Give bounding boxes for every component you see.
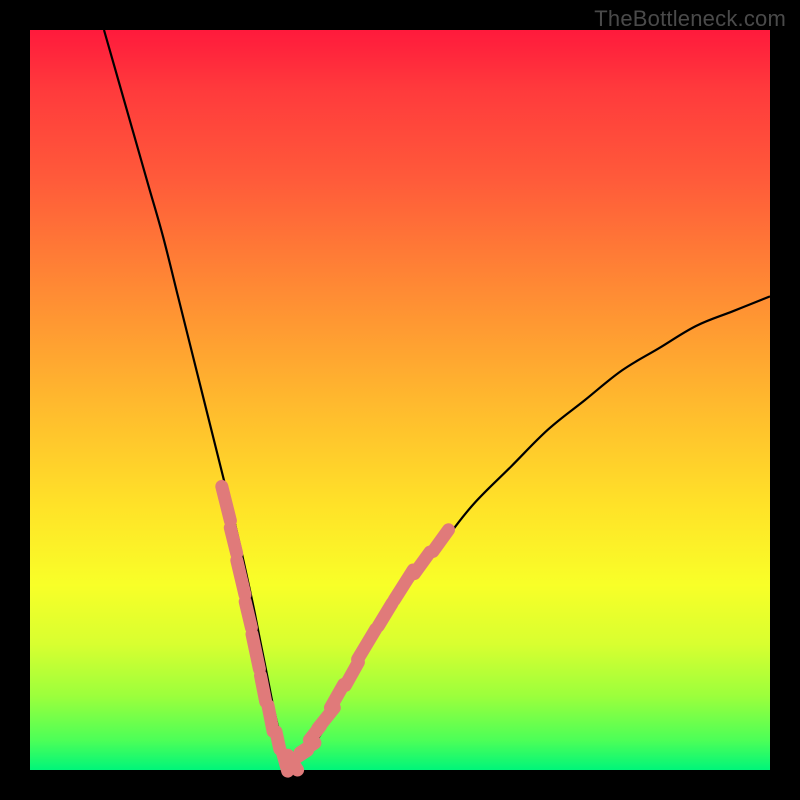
curve-marker bbox=[358, 629, 376, 659]
curve-marker bbox=[237, 560, 245, 595]
curve-marker bbox=[261, 676, 266, 702]
curve-markers bbox=[222, 486, 449, 771]
bottleneck-curve bbox=[104, 30, 770, 765]
curve-marker bbox=[378, 603, 392, 626]
curve-marker bbox=[222, 486, 231, 520]
curve-marker bbox=[230, 528, 236, 554]
watermark-label: TheBottleneck.com bbox=[594, 6, 786, 32]
plot-area bbox=[30, 30, 770, 770]
chart-frame: TheBottleneck.com bbox=[0, 0, 800, 800]
curve-marker bbox=[433, 530, 449, 552]
curve-svg bbox=[30, 30, 770, 770]
curve-marker bbox=[252, 634, 259, 669]
curve-marker bbox=[245, 602, 251, 628]
curve-marker bbox=[276, 732, 280, 749]
